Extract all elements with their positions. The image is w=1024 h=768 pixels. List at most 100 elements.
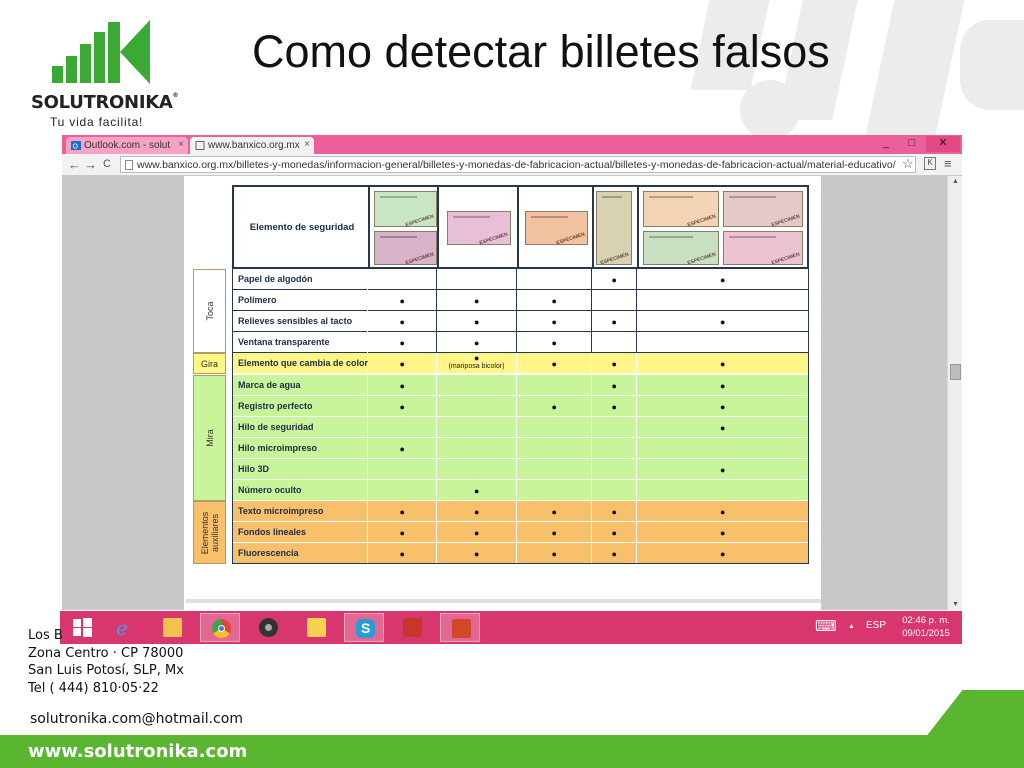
taskbar-glyph [403,618,422,637]
feature-present-dot: ● [399,359,405,370]
feature-label: Fluorescencia [232,543,368,565]
extension-icon[interactable]: K [924,157,936,170]
reload-button[interactable]: C [103,157,111,172]
sticky-notes-icon[interactable] [296,613,336,642]
table-cell: ● [637,522,809,544]
table-row: Hilo microimpreso ● [232,437,809,459]
tray-arrow-icon[interactable]: ▲ [848,623,855,630]
table-cell: ● [517,353,592,375]
group-label: Elementos auxiliares [199,511,220,554]
feature-present-dot: ● [551,401,557,412]
table-cell [437,458,517,480]
table-row: Ventana transparente ● ● ● [232,332,809,354]
language-indicator[interactable]: ESP [866,620,886,631]
table-cell: ● [517,501,592,523]
banknote-specimen-image: ESPECIMEN [525,211,588,246]
tab-outlook[interactable]: O Outlook.com - solut × [66,137,188,154]
vertical-scrollbar[interactable]: ▲ ▼ [947,176,962,610]
table-cell [368,480,437,501]
table-cell [517,269,592,290]
page-divider [186,599,821,603]
minimize-button[interactable]: _ [874,136,898,152]
security-features-table: Elemento de seguridad ESPECIMEN ESPECIMEN… [193,185,809,579]
feature-present-dot: ● [474,549,480,560]
table-cell: ● [517,311,592,333]
clock[interactable]: 02:46 p. m. 09/01/2015 [896,614,956,640]
back-button[interactable]: ← [68,157,81,172]
table-cell: ● [637,311,809,333]
table-cell: ● [592,522,637,544]
feature-present-dot: ● [551,549,557,560]
address-bar[interactable]: www.banxico.org.mx/billetes-y-monedas/in… [120,156,916,173]
logo-brand: SOLUTRONIKA® [31,92,179,113]
feature-present-dot: ● [720,401,726,412]
taskbar-glyph [452,619,471,638]
feature-label: Papel de algodón [232,269,368,290]
table-cell [517,374,592,396]
group-toca: Toca [193,269,226,354]
speaker-app-icon[interactable] [248,613,288,642]
slide: SOLUTRONIKA® Tu vida facilita! Como dete… [0,0,1024,768]
scroll-up-icon[interactable]: ▲ [952,178,959,185]
close-tab-icon[interactable]: × [304,139,310,150]
table-cell: ● [592,501,637,523]
tab-label: www.banxico.org.mx [208,140,300,151]
column-divider [437,187,439,267]
powerpoint-icon[interactable] [440,613,480,642]
feature-present-dot: ● [474,486,480,496]
table-row: Fluorescencia ● ● ● ● ● [232,543,809,565]
table-cell [368,416,437,438]
menu-icon[interactable]: ≡ [944,156,952,171]
tab-bar: O Outlook.com - solut × www.banxico.org.… [62,135,962,154]
chrome-icon[interactable] [200,613,240,642]
scroll-down-icon[interactable]: ▼ [952,601,959,608]
table-row: Fondos lineales ● ● ● ● ● [232,522,809,544]
specimen-stamp: ESPECIMEN [770,213,801,229]
table-cell: ● [368,353,437,375]
table-row: Relieves sensibles al tacto ● ● ● ● ● [232,311,809,333]
bookmark-star-icon[interactable]: ☆ [902,156,914,171]
maximize-button[interactable]: □ [900,136,924,152]
address-line: Zona Centro · CP 78000 [28,645,184,661]
table-cell [592,332,637,354]
feature-present-dot: ● [399,507,405,518]
table-row: Elemento que cambia de color ● ● (mariposa … [232,353,809,375]
column-divider [592,187,594,267]
table-cell: ● [368,290,437,312]
table-cell [637,332,809,354]
table-cell: ● [437,543,517,565]
skype-icon[interactable]: S [344,613,384,642]
table-row: Número oculto ● [232,480,809,501]
table-cell: ● [592,374,637,396]
logo-brand-text: SOLUTRONIKA [31,92,173,113]
feature-present-dot: ● [720,359,726,370]
banknote-specimen-image: ESPECIMEN [643,191,719,228]
feature-present-dot: ● [474,338,480,349]
feature-present-dot: ● [399,380,405,391]
forward-button[interactable]: → [84,157,97,172]
table-cell: ● [517,522,592,544]
scroll-thumb[interactable] [950,364,961,380]
feature-present-dot: ● [551,338,557,349]
feature-present-dot: ● [474,353,480,364]
table-cell [592,290,637,312]
keyboard-icon[interactable]: ⌨ [815,617,837,635]
feature-present-dot: ● [551,296,557,307]
table-cell [437,437,517,459]
feature-label: Texto microimpreso [232,501,368,523]
table-cell: ● [368,543,437,565]
table-row: Marca de agua ● ● ● [232,374,809,396]
feature-present-dot: ● [399,549,405,560]
table-cell: ● [517,395,592,417]
table-row: Hilo de seguridad ● [232,416,809,438]
tab-banxico[interactable]: www.banxico.org.mx × [190,137,314,154]
office-app-icon[interactable] [392,613,432,642]
specimen-stamp: ESPECIMEN [770,251,801,267]
slide-title: Como detectar billetes falsos [252,26,830,77]
table-cell [437,374,517,396]
table-row: Papel de algodón ● ● [232,269,809,290]
table-cell: ● [592,353,637,375]
close-window-button[interactable]: ✕ [926,136,960,152]
table-cell: ● [637,353,809,375]
close-tab-icon[interactable]: × [178,139,184,150]
